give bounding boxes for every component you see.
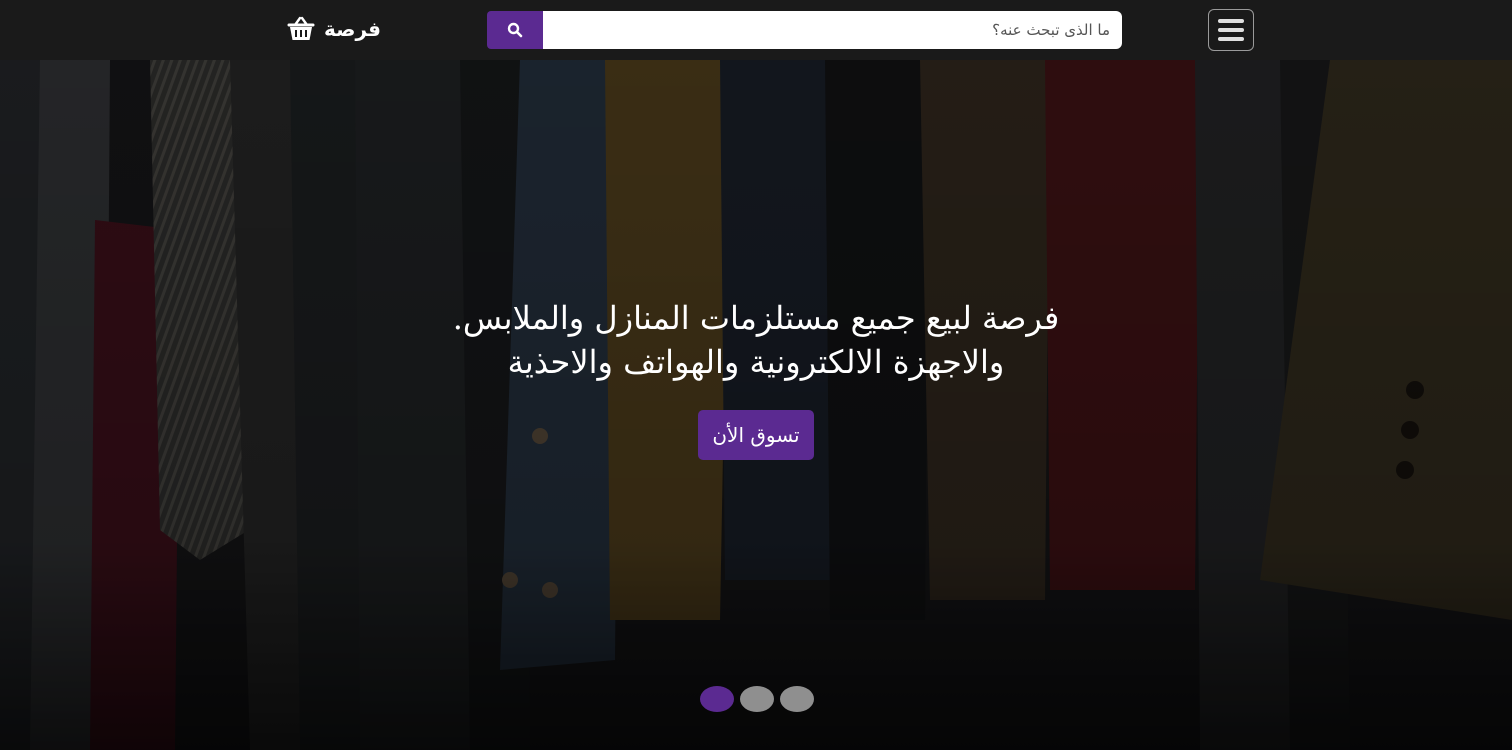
navbar: فرصة: [0, 0, 1512, 60]
carousel-indicator-1[interactable]: [700, 686, 734, 712]
shop-now-button[interactable]: تسوق الأن: [698, 410, 814, 460]
search-button[interactable]: [487, 11, 543, 49]
brand-label: فرصة: [324, 17, 381, 41]
hamburger-menu-icon-bar: [1218, 28, 1244, 32]
hamburger-menu-icon: [1218, 19, 1244, 23]
hero-caption: فرصة لبيع جميع مستلزمات المنازل والملابس…: [356, 296, 1156, 460]
hamburger-menu-icon-bar: [1218, 37, 1244, 41]
hero-caption-line-1: فرصة لبيع جميع مستلزمات المنازل والملابس…: [452, 299, 1060, 337]
carousel-indicators: [700, 686, 814, 712]
search-icon: [507, 22, 523, 38]
brand-link[interactable]: فرصة: [286, 13, 381, 45]
search-form: [487, 11, 1122, 49]
search-input[interactable]: [543, 11, 1122, 49]
carousel-indicator-2[interactable]: [740, 686, 774, 712]
hero-caption-line-2: والاجهزة الالكترونية والهواتف والاحذية: [507, 343, 1005, 381]
basket-icon: [287, 16, 315, 40]
hero-carousel: فرصة لبيع جميع مستلزمات المنازل والملابس…: [0, 60, 1512, 750]
page: فرصة ما الذى تبحث عنه؟ فرصة لبيع جميع مس…: [0, 0, 1512, 750]
hamburger-menu-button[interactable]: [1208, 9, 1254, 51]
carousel-indicator-3[interactable]: [780, 686, 814, 712]
